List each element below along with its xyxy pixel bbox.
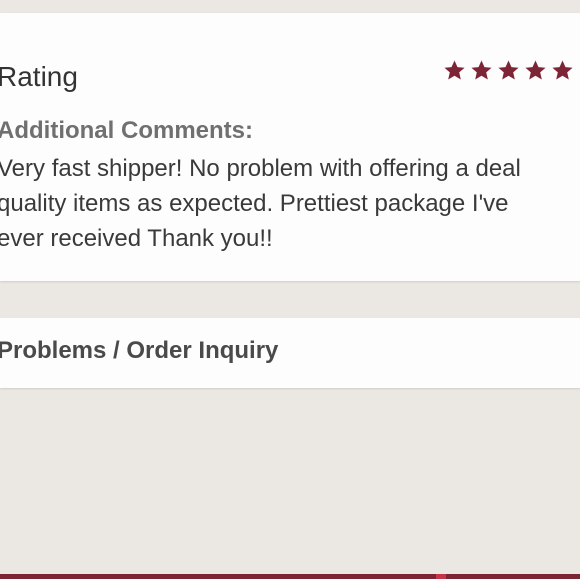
problems-order-inquiry-row[interactable]: Problems / Order Inquiry	[0, 318, 580, 388]
bottom-nav-bar	[0, 574, 580, 579]
rating-title: Rating	[0, 61, 78, 92]
star-icon	[525, 60, 546, 80]
review-comment-text: Very fast shipper! No problem with offer…	[0, 151, 580, 256]
bottom-bar-accent	[436, 574, 446, 579]
comment-line: Very fast shipper! No problem with offer…	[0, 155, 521, 182]
star-icon	[552, 60, 573, 80]
star-icon	[471, 60, 492, 80]
problems-order-inquiry-label: Problems / Order Inquiry	[0, 337, 279, 364]
star-icon	[444, 60, 465, 80]
additional-comments-label: Additional Comments:	[0, 117, 253, 144]
star-rating	[443, 59, 574, 82]
rating-card: Rating Additional Comments: Very fast sh…	[0, 13, 580, 281]
star-icon	[498, 60, 519, 80]
comment-line: quality items as expected. Prettiest pac…	[0, 190, 509, 217]
comment-line: ever received Thank you!!	[0, 225, 273, 252]
